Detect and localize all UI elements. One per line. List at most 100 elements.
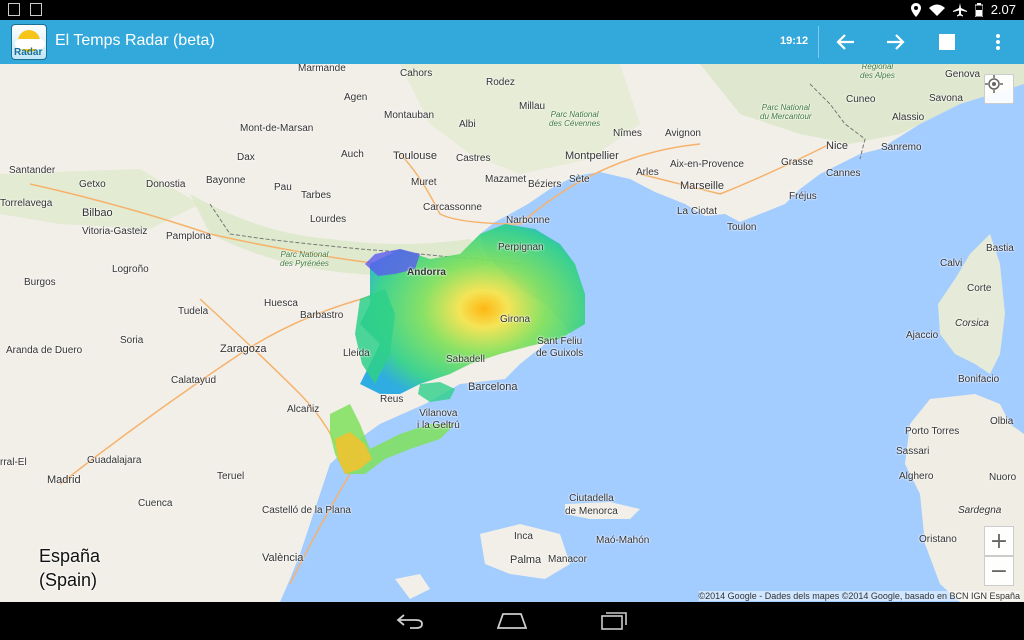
map-label: Castres	[456, 153, 491, 164]
radar-time: 19:12	[780, 35, 809, 47]
back-button[interactable]	[380, 602, 440, 640]
status-bar: 2.07	[0, 0, 1024, 20]
crosshair-icon	[985, 75, 1003, 93]
divider	[818, 26, 819, 58]
map-view[interactable]: Cahors Marmande Rodez Agen Millau Montau…	[0, 64, 1024, 602]
map-label: Nîmes	[613, 128, 642, 139]
my-location-button[interactable]	[984, 74, 1014, 104]
location-icon	[910, 2, 921, 17]
map-attribution: ©2014 Google - Dades dels mapes ©2014 Go…	[698, 591, 1020, 601]
app-logo[interactable]: Radar	[11, 24, 47, 60]
zoom-in-button[interactable]: +	[984, 526, 1014, 556]
more-vert-icon	[996, 34, 1000, 50]
map-label: Toulon	[727, 222, 757, 233]
map-label: Marmande	[298, 64, 346, 74]
airplane-icon	[952, 2, 967, 16]
map-label: Aranda de Duero	[6, 345, 83, 356]
map-label: Nuoro	[989, 472, 1017, 483]
map-label: Zaragoza	[220, 343, 267, 355]
map-label: Barcelona	[468, 381, 518, 393]
map-label: Huesca	[264, 298, 298, 309]
map-label: Maó-Mahón	[596, 535, 650, 546]
home-button[interactable]	[482, 602, 542, 640]
map-label: Vilanova i la Geltrú	[417, 408, 460, 431]
map-label: Bilbao	[82, 207, 113, 219]
map-label: Aix-en-Provence	[670, 159, 744, 170]
map-label: Toulouse	[393, 150, 438, 162]
map-label: Genova	[945, 69, 981, 80]
download-notification-icon	[8, 3, 20, 16]
map-label: Montpellier	[565, 150, 619, 162]
land-corsica	[938, 234, 1005, 374]
previous-button[interactable]	[825, 20, 865, 64]
map-label: Inca	[514, 531, 533, 542]
map-label: Cahors	[400, 68, 433, 79]
map-label: Castelló de la Plana	[262, 505, 351, 516]
map-label: Agen	[344, 92, 368, 103]
arrow-right-icon	[887, 34, 905, 50]
arrow-left-icon	[836, 34, 854, 50]
back-icon	[396, 614, 423, 629]
overflow-menu-button[interactable]	[978, 20, 1018, 64]
map-label: Torrelavega	[0, 198, 53, 209]
map-label: Montauban	[384, 110, 435, 121]
map-label: La Ciotat	[677, 206, 718, 217]
app-logo-text: Radar	[14, 47, 43, 58]
map-label: Reus	[380, 394, 404, 405]
map-label: Lourdes	[310, 214, 347, 225]
map-canvas	[0, 64, 1024, 602]
map-label: Barbastro	[300, 310, 344, 321]
map-label: Pau	[274, 182, 292, 193]
map-label: Olbia	[990, 416, 1014, 427]
map-label: Muret	[411, 177, 437, 188]
map-label: Cuneo	[846, 94, 876, 105]
map-label: Alghero	[899, 471, 934, 482]
map-label: Oristano	[919, 534, 957, 545]
map-label: Getxo	[79, 179, 106, 190]
map-label: Calvi	[940, 258, 963, 269]
recents-button[interactable]	[584, 602, 644, 640]
map-label: Sabadell	[446, 354, 485, 365]
map-label: Fréjus	[789, 191, 817, 202]
app-bar: Radar El Temps Radar (beta) 19:12	[0, 20, 1024, 64]
map-label: Sardegna	[958, 505, 1002, 516]
map-label: Tudela	[178, 306, 209, 317]
battery-icon	[974, 2, 983, 17]
map-label: Mont-de-Marsan	[240, 123, 314, 134]
home-icon	[497, 613, 527, 629]
map-label: Nice	[826, 140, 849, 152]
navigation-bar	[0, 602, 1024, 640]
map-label-park: Regional des Alpes	[860, 64, 895, 80]
map-label: Sant Feliu de Guixols	[536, 336, 584, 359]
map-label: Cuenca	[138, 498, 173, 509]
map-label: Madrid	[47, 474, 81, 486]
zoom-out-button[interactable]: −	[984, 556, 1014, 586]
map-label: Albi	[459, 119, 476, 130]
map-label: Manacor	[548, 554, 587, 565]
map-label: Santander	[9, 165, 56, 176]
map-label: Ciutadella de Menorca	[565, 493, 618, 517]
next-button[interactable]	[876, 20, 916, 64]
map-label: Avignon	[665, 128, 701, 139]
map-label: Corsica	[955, 318, 989, 329]
map-label: Bonifacio	[958, 374, 1000, 385]
map-label: Guadalajara	[87, 455, 142, 466]
map-label: Palma	[510, 554, 542, 566]
map-label: Narbonne	[506, 215, 550, 226]
map-label-park: Parc National du Mercantour	[760, 103, 812, 121]
map-label-park: Parc National des Cévennes	[549, 110, 601, 128]
map-label: Burgos	[24, 277, 56, 288]
map-label: Bastia	[986, 243, 1014, 254]
map-label: Andorra	[407, 267, 446, 278]
map-label: Sète	[569, 174, 590, 185]
map-label: Rodez	[486, 77, 515, 88]
map-label: Bayonne	[206, 175, 246, 186]
stop-button[interactable]	[927, 20, 967, 64]
map-label: València	[262, 552, 304, 564]
map-label-park: Parc National des Pyrénées	[280, 250, 329, 268]
map-label: Auch	[341, 149, 364, 160]
map-label: Corte	[967, 283, 992, 294]
map-label: Carcassonne	[423, 202, 482, 213]
stop-icon	[939, 34, 955, 50]
map-label: Grasse	[781, 157, 814, 168]
